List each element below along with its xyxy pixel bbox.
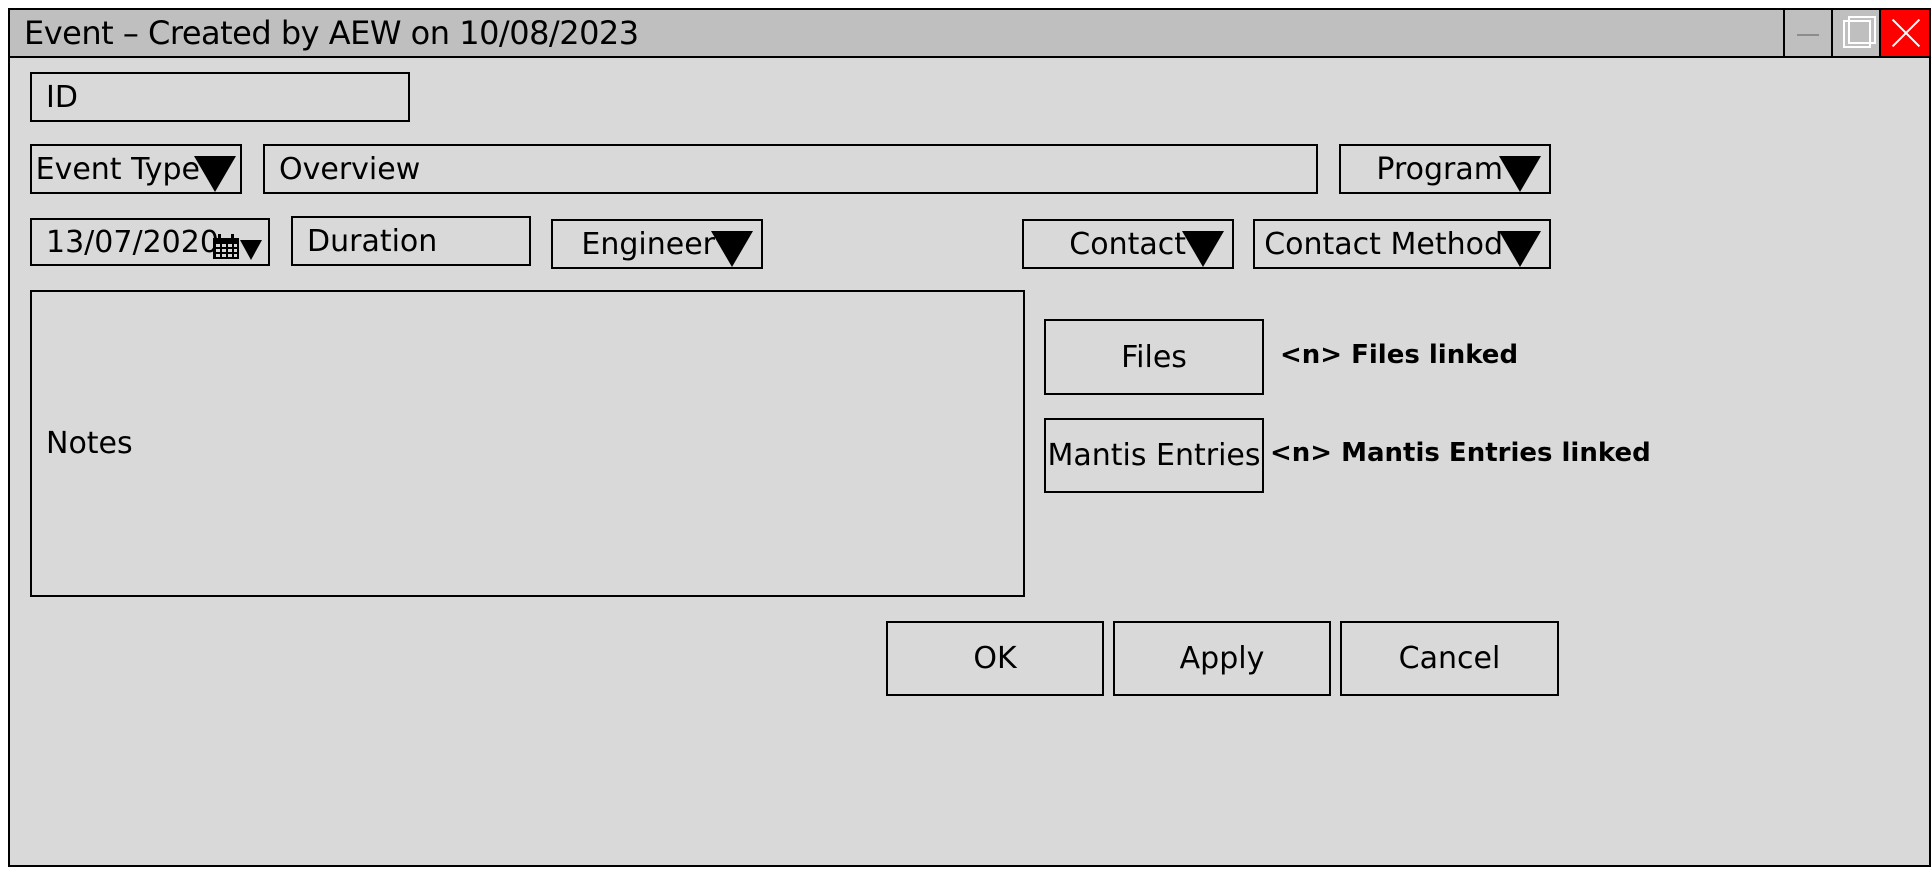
title-bar[interactable]: Event – Created by AEW on 10/08/2023 (10, 10, 1929, 58)
ok-button-label: OK (973, 641, 1017, 676)
engineer-dropdown[interactable]: Engineer (551, 219, 763, 269)
apply-button[interactable]: Apply (1113, 621, 1331, 696)
cancel-button[interactable]: Cancel (1340, 621, 1559, 696)
files-linked-status: <n> Files linked (1280, 340, 1519, 370)
chevron-down-icon[interactable] (240, 240, 262, 260)
contact-dropdown[interactable]: Contact (1022, 219, 1234, 269)
triangle-down-icon (711, 231, 753, 267)
mantis-entries-button-label: Mantis Entries (1047, 438, 1261, 473)
triangle-down-icon (194, 156, 236, 192)
event-type-dropdown[interactable]: Event Type (30, 144, 242, 194)
triangle-down-icon (1499, 231, 1541, 267)
files-button[interactable]: Files (1044, 319, 1264, 395)
contact-method-label: Contact Method (1264, 226, 1503, 262)
event-type-label: Event Type (35, 151, 200, 187)
id-placeholder: ID (46, 79, 78, 115)
calendar-icon (213, 234, 239, 259)
event-dialog: Event – Created by AEW on 10/08/2023 ID … (8, 8, 1931, 867)
apply-button-label: Apply (1179, 641, 1265, 676)
overview-field[interactable]: Overview (263, 144, 1318, 194)
id-field[interactable]: ID (30, 72, 410, 122)
notes-placeholder: Notes (46, 426, 133, 461)
mantis-entries-button[interactable]: Mantis Entries (1044, 418, 1264, 493)
mantis-linked-status: <n> Mantis Entries linked (1270, 438, 1651, 468)
triangle-down-icon (1499, 156, 1541, 192)
program-dropdown[interactable]: Program (1339, 144, 1551, 194)
cancel-button-label: Cancel (1398, 641, 1501, 676)
engineer-label: Engineer (581, 226, 715, 262)
overview-placeholder: Overview (279, 151, 421, 187)
window-title: Event – Created by AEW on 10/08/2023 (24, 14, 639, 52)
close-button[interactable] (1879, 10, 1929, 56)
program-label: Program (1376, 151, 1503, 187)
files-button-label: Files (1121, 339, 1187, 375)
ok-button[interactable]: OK (886, 621, 1104, 696)
date-picker[interactable]: 13/07/2020 (30, 218, 270, 266)
contact-method-dropdown[interactable]: Contact Method (1253, 219, 1551, 269)
duration-field[interactable]: Duration (291, 216, 531, 266)
maximize-button[interactable] (1831, 10, 1879, 56)
duration-placeholder: Duration (307, 223, 438, 259)
date-value: 13/07/2020 (46, 224, 219, 260)
contact-label: Contact (1069, 226, 1186, 262)
triangle-down-icon (1182, 231, 1224, 267)
minimize-button[interactable] (1783, 10, 1831, 56)
notes-field[interactable]: Notes (30, 290, 1025, 597)
